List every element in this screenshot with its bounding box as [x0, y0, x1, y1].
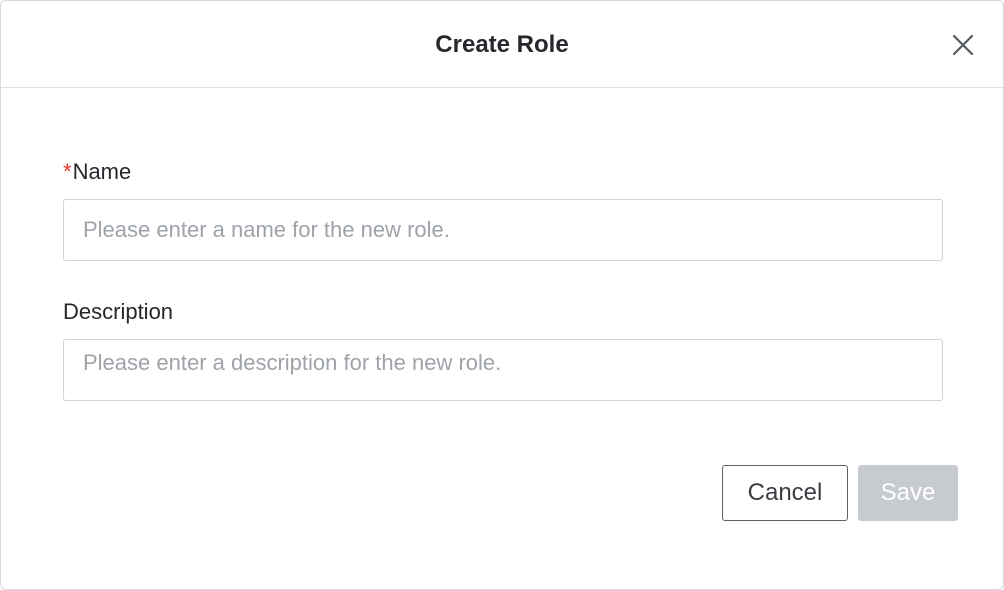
dialog-title: Create Role [435, 31, 569, 58]
name-label: *Name [63, 159, 131, 185]
description-input[interactable] [63, 339, 943, 401]
description-label: Description [63, 299, 174, 324]
close-button[interactable] [945, 27, 981, 63]
dialog-header: Create Role [1, 1, 1003, 88]
save-button[interactable]: Save [858, 465, 958, 521]
cancel-button[interactable]: Cancel [722, 465, 848, 521]
name-label-text: Name [72, 159, 132, 184]
create-role-dialog: Create Role *Name Description Cancel Sav… [0, 0, 1004, 590]
required-mark: * [63, 159, 72, 184]
close-icon [952, 34, 974, 56]
name-input[interactable] [63, 199, 943, 261]
